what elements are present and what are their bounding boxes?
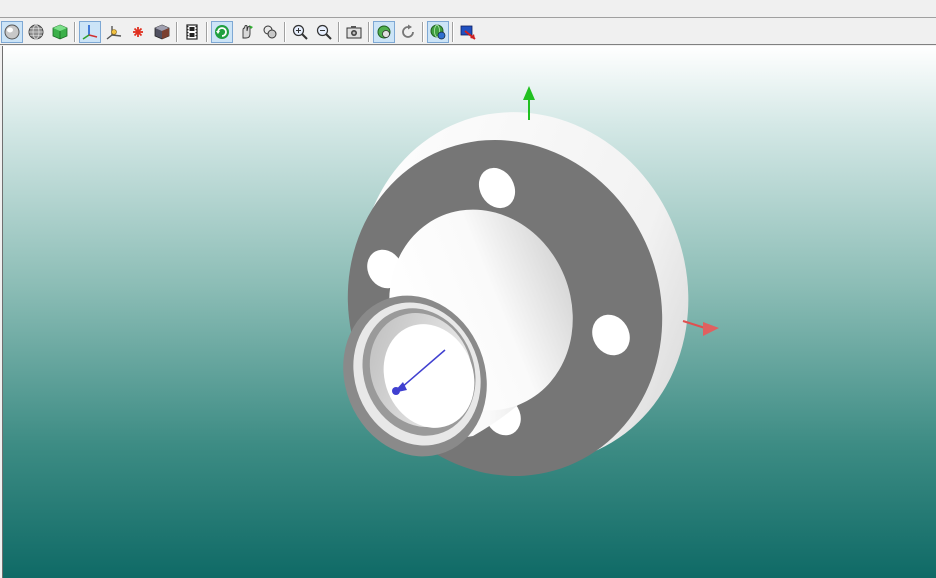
zoom-in-button[interactable] (289, 21, 311, 43)
toolbar-separator (206, 21, 208, 42)
title-bar (0, 0, 936, 18)
zoom-out-icon (316, 24, 332, 40)
pan-button[interactable] (235, 21, 257, 43)
light-button[interactable] (127, 21, 149, 43)
pan-alt-icon (263, 25, 277, 38)
toolbar-separator (74, 21, 76, 42)
material-cube-icon (154, 24, 170, 39)
film-icon (186, 23, 198, 40)
export-button[interactable] (457, 21, 479, 43)
wireframe-mode-button[interactable] (25, 21, 47, 43)
rotate-button[interactable] (211, 20, 233, 43)
zoom-out-button[interactable] (313, 21, 335, 43)
reset-icon (402, 24, 414, 38)
toolbar-separator (338, 21, 340, 42)
axes-icon (82, 24, 98, 40)
settings-globe-icon (430, 24, 446, 39)
camera-icon (346, 25, 362, 38)
toolbar-separator (452, 21, 454, 42)
toolbar-separator (284, 21, 286, 42)
viewer-toolbar (0, 19, 936, 45)
toolbar-separator (368, 21, 370, 42)
view-fit-icon (377, 25, 391, 38)
sphere-wireframe-icon (28, 24, 44, 39)
scene-canvas (298, 62, 741, 523)
material-button[interactable] (151, 21, 173, 43)
axes-alt-button[interactable] (103, 21, 125, 43)
settings-button[interactable] (427, 20, 449, 43)
sphere-shaded-icon (4, 24, 20, 39)
x-axis-arrow-icon (703, 322, 719, 336)
y-axis-arrow-icon (523, 86, 535, 100)
toolbar-separator (176, 21, 178, 42)
cube-icon (52, 24, 68, 39)
light-star-icon (133, 26, 143, 37)
pan-alt-button[interactable] (259, 21, 281, 43)
box-mode-button[interactable] (49, 21, 71, 43)
animation-button[interactable] (181, 21, 203, 43)
3d-viewport[interactable] (2, 46, 936, 578)
reset-view-button[interactable] (397, 21, 419, 43)
axes-toggle-button[interactable] (79, 20, 101, 43)
export-icon (460, 25, 476, 40)
zoom-in-icon (292, 24, 308, 40)
flange-part[interactable] (298, 62, 741, 523)
shaded-mode-button[interactable] (1, 20, 23, 43)
snapshot-button[interactable] (343, 21, 365, 43)
axes-alt-icon (106, 25, 122, 40)
view-fit-button[interactable] (373, 20, 395, 43)
toolbar-separator (422, 21, 424, 42)
pan-hand-icon (242, 24, 253, 38)
rotate-icon (215, 24, 229, 39)
